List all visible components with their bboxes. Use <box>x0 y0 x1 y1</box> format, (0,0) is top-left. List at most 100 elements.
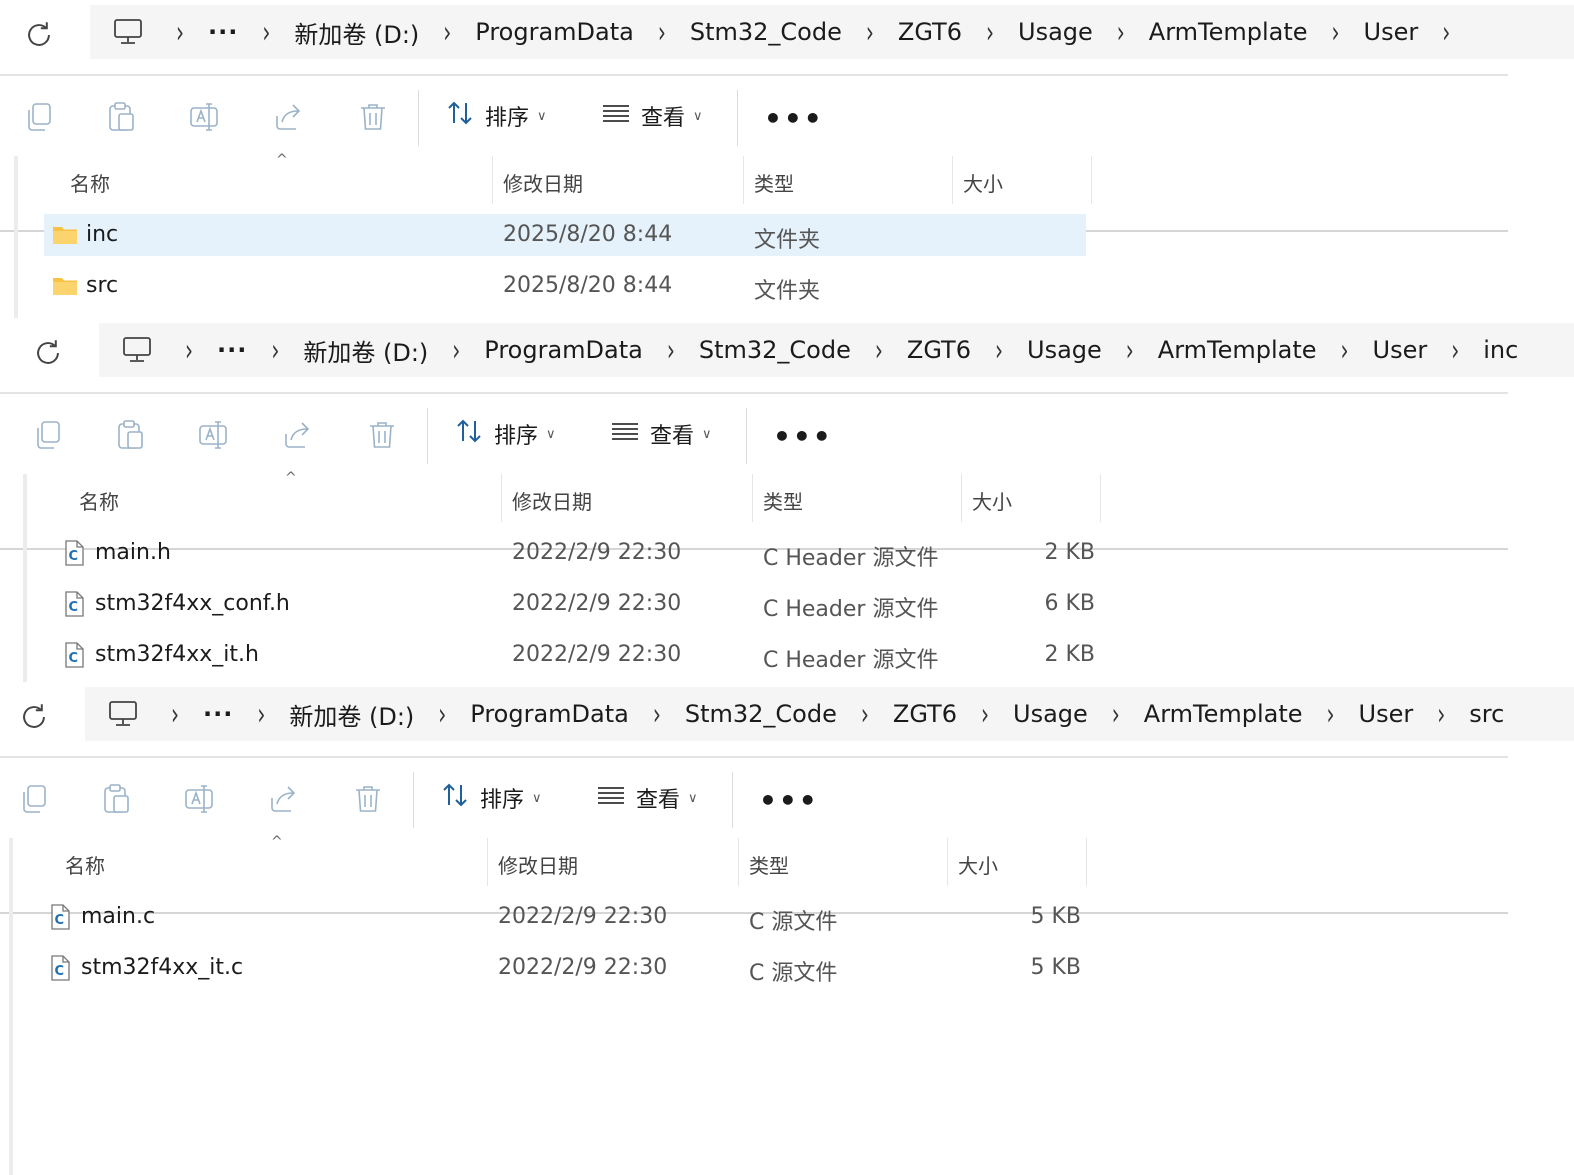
delete-icon[interactable] <box>356 100 390 134</box>
column-divider[interactable] <box>952 156 953 204</box>
column-header-date[interactable]: 修改日期 <box>503 168 583 197</box>
breadcrumb-item[interactable]: ZGT6 <box>907 336 971 364</box>
this-pc-icon[interactable] <box>121 335 153 365</box>
column-header-type[interactable]: 类型 <box>763 486 803 515</box>
breadcrumb-item[interactable]: ZGT6 <box>898 18 962 46</box>
rename-icon[interactable] <box>197 418 231 452</box>
column-header-size[interactable]: 大小 <box>963 168 1003 197</box>
file-row[interactable]: src 2025/8/20 8:44 文件夹 <box>44 265 1086 307</box>
refresh-icon[interactable] <box>17 700 51 734</box>
column-divider[interactable] <box>743 156 744 204</box>
copy-icon[interactable] <box>17 782 51 816</box>
breadcrumb-item[interactable]: Usage <box>1018 18 1093 46</box>
rename-icon[interactable] <box>183 782 217 816</box>
breadcrumb-item[interactable]: ArmTemplate <box>1149 18 1308 46</box>
chevron-right-icon[interactable]: › <box>653 696 661 732</box>
breadcrumb-item[interactable]: ProgramData <box>470 700 629 728</box>
chevron-right-icon[interactable]: › <box>271 332 279 368</box>
breadcrumb-item[interactable]: inc <box>1483 336 1518 364</box>
chevron-right-icon[interactable]: › <box>1442 14 1450 50</box>
chevron-right-icon[interactable]: › <box>443 14 451 50</box>
column-header-name[interactable]: 名称 <box>79 486 119 515</box>
column-divider[interactable] <box>961 474 962 522</box>
chevron-right-icon[interactable]: › <box>986 14 994 50</box>
chevron-right-icon[interactable]: › <box>1126 332 1134 368</box>
more-options-button[interactable]: ••• <box>764 102 824 135</box>
file-row[interactable]: Cstm32f4xx_conf.h 2022/2/9 22:30 C Header … <box>53 583 1095 625</box>
file-row[interactable]: Cstm32f4xx_it.c 2022/2/9 22:30 C 源文件 5 KB <box>39 947 1081 989</box>
chevron-right-icon[interactable]: › <box>1112 696 1120 732</box>
breadcrumb-overflow-button[interactable]: ··· <box>203 700 233 728</box>
refresh-icon[interactable] <box>22 18 56 52</box>
column-header-date[interactable]: 修改日期 <box>498 850 578 879</box>
column-header-name[interactable]: 名称 <box>65 850 105 879</box>
refresh-icon[interactable] <box>31 336 65 370</box>
sort-button[interactable]: 排序 ∨ <box>454 416 556 452</box>
breadcrumb-overflow-button[interactable]: ··· <box>208 18 238 46</box>
view-button[interactable]: 查看 ∨ <box>610 416 712 452</box>
breadcrumb-item[interactable]: 新加卷 (D:) <box>294 15 419 50</box>
file-row[interactable]: Cmain.h 2022/2/9 22:30 C Header 源文件 2 KB <box>53 532 1095 574</box>
paste-icon[interactable] <box>99 782 133 816</box>
chevron-right-icon[interactable]: › <box>171 696 179 732</box>
chevron-right-icon[interactable]: › <box>667 332 675 368</box>
column-header-type[interactable]: 类型 <box>749 850 789 879</box>
column-divider[interactable] <box>501 474 502 522</box>
breadcrumb-item[interactable]: Stm32_Code <box>685 700 837 728</box>
chevron-right-icon[interactable]: › <box>262 14 270 50</box>
sort-button[interactable]: 排序 ∨ <box>440 780 542 816</box>
chevron-right-icon[interactable]: › <box>981 696 989 732</box>
column-header-size[interactable]: 大小 <box>958 850 998 879</box>
column-header-type[interactable]: 类型 <box>754 168 794 197</box>
view-button[interactable]: 查看 ∨ <box>596 780 698 816</box>
column-divider[interactable] <box>738 838 739 886</box>
breadcrumb-item[interactable]: 新加卷 (D:) <box>303 333 428 368</box>
sort-button[interactable]: 排序 ∨ <box>445 98 547 134</box>
chevron-right-icon[interactable]: › <box>861 696 869 732</box>
chevron-right-icon[interactable]: › <box>875 332 883 368</box>
breadcrumb-item[interactable]: User <box>1364 18 1419 46</box>
chevron-right-icon[interactable]: › <box>257 696 265 732</box>
chevron-right-icon[interactable]: › <box>438 696 446 732</box>
chevron-right-icon[interactable]: › <box>995 332 1003 368</box>
breadcrumb-item[interactable]: User <box>1373 336 1428 364</box>
column-header-name[interactable]: 名称 <box>70 168 110 197</box>
chevron-right-icon[interactable]: › <box>185 332 193 368</box>
view-button[interactable]: 查看 ∨ <box>601 98 703 134</box>
more-options-button[interactable]: ••• <box>759 784 819 817</box>
chevron-right-icon[interactable]: › <box>658 14 666 50</box>
breadcrumb-item[interactable]: ProgramData <box>475 18 634 46</box>
column-header-date[interactable]: 修改日期 <box>512 486 592 515</box>
breadcrumb-item[interactable]: ProgramData <box>484 336 643 364</box>
breadcrumb-item[interactable]: 新加卷 (D:) <box>289 697 414 732</box>
file-row[interactable]: inc 2025/8/20 8:44 文件夹 <box>44 214 1086 256</box>
this-pc-icon[interactable] <box>112 17 144 47</box>
column-divider[interactable] <box>487 838 488 886</box>
chevron-right-icon[interactable]: › <box>1327 696 1335 732</box>
breadcrumb-overflow-button[interactable]: ··· <box>217 336 247 364</box>
chevron-right-icon[interactable]: › <box>866 14 874 50</box>
share-icon[interactable] <box>281 418 315 452</box>
chevron-right-icon[interactable]: › <box>176 14 184 50</box>
chevron-right-icon[interactable]: › <box>452 332 460 368</box>
breadcrumb-item[interactable]: User <box>1359 700 1414 728</box>
file-row[interactable]: Cstm32f4xx_it.h 2022/2/9 22:30 C Header 源文… <box>53 634 1095 676</box>
column-divider[interactable] <box>947 838 948 886</box>
delete-icon[interactable] <box>351 782 385 816</box>
breadcrumb-item[interactable]: ArmTemplate <box>1144 700 1303 728</box>
breadcrumb-item[interactable]: Stm32_Code <box>699 336 851 364</box>
share-icon[interactable] <box>272 100 306 134</box>
column-divider[interactable] <box>492 156 493 204</box>
more-options-button[interactable]: ••• <box>773 420 833 453</box>
chevron-right-icon[interactable]: › <box>1332 14 1340 50</box>
column-header-size[interactable]: 大小 <box>972 486 1012 515</box>
rename-icon[interactable] <box>188 100 222 134</box>
column-divider[interactable] <box>1100 474 1101 522</box>
share-icon[interactable] <box>267 782 301 816</box>
file-row[interactable]: Cmain.c 2022/2/9 22:30 C 源文件 5 KB <box>39 896 1081 938</box>
paste-icon[interactable] <box>113 418 147 452</box>
column-divider[interactable] <box>1091 156 1092 204</box>
copy-icon[interactable] <box>31 418 65 452</box>
delete-icon[interactable] <box>365 418 399 452</box>
breadcrumb-item[interactable]: Usage <box>1013 700 1088 728</box>
